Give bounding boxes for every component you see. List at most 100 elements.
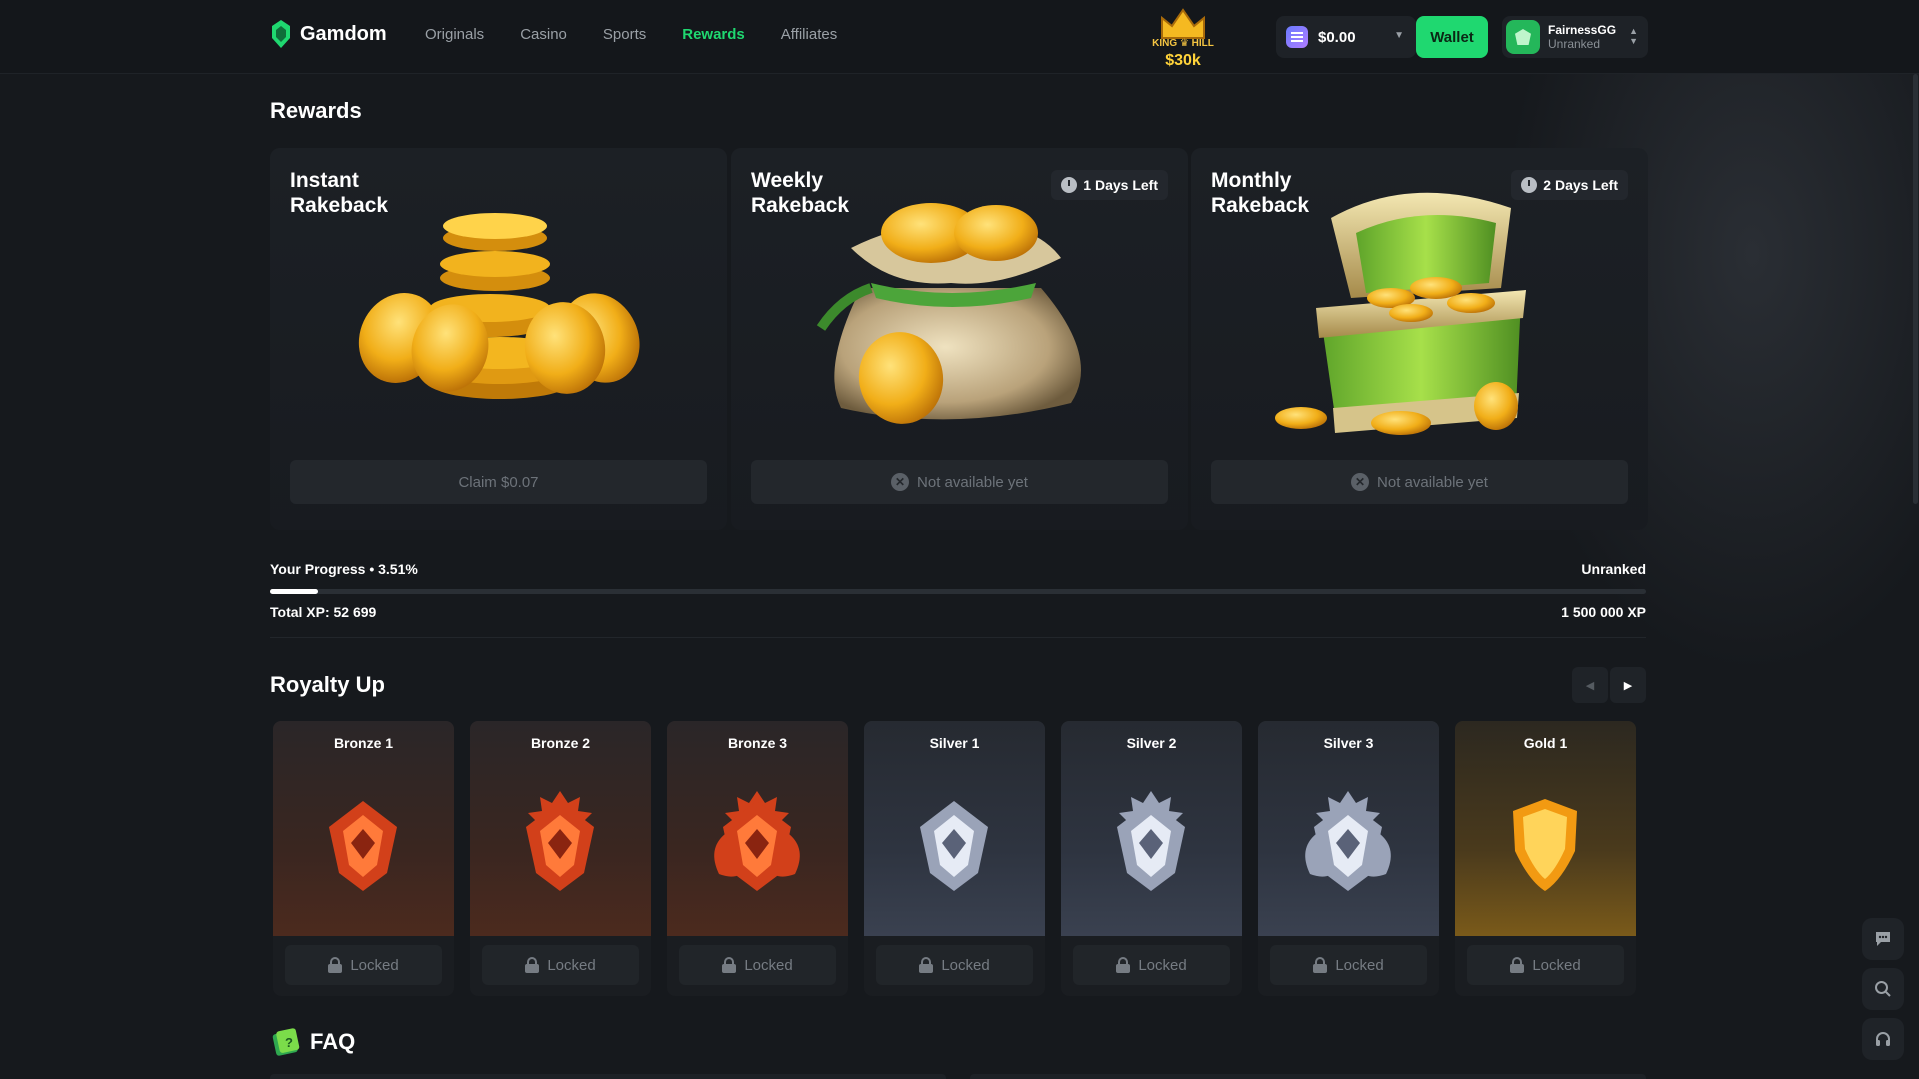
tier-name: Silver 1 <box>929 735 980 751</box>
close-circle-icon: ✕ <box>1351 473 1370 491</box>
user-rank: Unranked <box>1548 37 1601 51</box>
treasure-chest-icon <box>1275 192 1526 435</box>
silver-rank-badge-icon <box>920 801 988 891</box>
nav-casino[interactable]: Casino <box>520 26 567 43</box>
reward-card-weekly: Weekly Rakeback 1 Days Left ✕ Not availa… <box>731 148 1188 530</box>
search-button[interactable] <box>1862 968 1904 1010</box>
tier-card[interactable]: Bronze 2 Locked <box>470 721 651 996</box>
faq-item[interactable] <box>270 1074 946 1079</box>
currency-icon <box>1286 26 1308 48</box>
lock-icon <box>525 957 540 973</box>
reward-card-instant: Instant Rakeback Claim $0.07 <box>270 148 727 530</box>
tier-status: Locked <box>1532 956 1581 974</box>
tier-locked-button[interactable]: Locked <box>1270 945 1427 985</box>
tier-name: Bronze 3 <box>727 735 788 751</box>
crown-icon <box>1161 8 1205 39</box>
tier-card[interactable]: Silver 1 Locked <box>864 721 1045 996</box>
tier-status: Locked <box>350 956 399 974</box>
nav-rewards[interactable]: Rewards <box>682 26 745 43</box>
promo-amount: $30k <box>1165 52 1201 69</box>
chat-icon <box>1876 932 1890 946</box>
main-nav: Originals Casino Sports Rewards Affiliat… <box>425 26 837 43</box>
tier-locked-button[interactable]: Locked <box>1073 945 1230 985</box>
progress-label: Your Progress • 3.51% <box>270 561 418 577</box>
top-bar: Gamdom Originals Casino Sports Rewards A… <box>0 0 1919 74</box>
silver-rank-badge-icon <box>1305 791 1391 891</box>
lock-icon <box>1313 957 1328 973</box>
tier-status: Locked <box>1335 956 1384 974</box>
claim-label: Claim $0.07 <box>458 473 539 491</box>
brand-logo[interactable]: Gamdom <box>270 20 387 48</box>
progress-fill <box>270 589 319 594</box>
tier-name: Silver 3 <box>1323 735 1374 751</box>
faq-book-icon: ? <box>272 1028 300 1056</box>
tier-name: Bronze 2 <box>530 735 591 751</box>
scrollbar[interactable] <box>1913 74 1918 504</box>
weekly-unavailable-button[interactable]: ✕ Not available yet <box>751 460 1168 504</box>
tier-name: Gold 1 <box>1523 735 1568 751</box>
tier-locked-button[interactable]: Locked <box>482 945 639 985</box>
user-menu[interactable]: FairnessGG Unranked ▲ ▼ <box>1502 16 1648 58</box>
lock-icon <box>722 957 737 973</box>
balance-value: $0.00 <box>1318 28 1356 46</box>
button-label: Not available yet <box>917 473 1028 491</box>
tier-card[interactable]: Silver 2 Locked <box>1061 721 1242 996</box>
progress-rank: Unranked <box>1581 561 1646 577</box>
silver-rank-badge-icon <box>1117 791 1185 891</box>
button-label: Not available yet <box>1377 473 1488 491</box>
tier-name: Silver 2 <box>1126 735 1177 751</box>
tier-locked-button[interactable]: Locked <box>679 945 836 985</box>
claim-instant-button[interactable]: Claim $0.07 <box>290 460 707 504</box>
nav-affiliates[interactable]: Affiliates <box>781 26 837 43</box>
bronze-rank-badge-icon <box>329 801 397 891</box>
royalty-title: Royalty Up <box>270 672 385 697</box>
tier-card[interactable]: Bronze 1 Locked <box>273 721 454 996</box>
close-circle-icon: ✕ <box>891 473 910 491</box>
bronze-rank-badge-icon <box>714 791 800 891</box>
wallet-button[interactable]: Wallet <box>1416 16 1488 58</box>
divider <box>270 637 1646 638</box>
tier-card[interactable]: Silver 3 Locked <box>1258 721 1439 996</box>
tier-locked-button[interactable]: Locked <box>876 945 1033 985</box>
coin-stack-icon <box>358 213 640 399</box>
lock-icon <box>328 957 343 973</box>
nav-originals[interactable]: Originals <box>425 26 484 43</box>
tier-status: Locked <box>1138 956 1187 974</box>
tier-name: Bronze 1 <box>333 735 394 751</box>
carousel-prev-button[interactable]: ◀ <box>1572 667 1608 703</box>
nav-sports[interactable]: Sports <box>603 26 646 43</box>
faq-header: ? FAQ <box>270 1026 355 1058</box>
tier-locked-button[interactable]: Locked <box>1467 945 1624 985</box>
bronze-rank-badge-icon <box>526 791 594 891</box>
promo-title: KING ♛ HILL <box>1152 38 1214 49</box>
tier-card[interactable]: Bronze 3 Locked <box>667 721 848 996</box>
support-button[interactable] <box>1862 1018 1904 1060</box>
username: FairnessGG <box>1548 23 1617 37</box>
monthly-unavailable-button[interactable]: ✕ Not available yet <box>1211 460 1628 504</box>
brand-name: Gamdom <box>300 22 387 45</box>
target-xp: 1 500 000 XP <box>1561 604 1646 620</box>
avatar <box>1506 20 1540 54</box>
total-xp: Total XP: 52 699 <box>270 604 377 620</box>
reward-card-monthly: Monthly Rakeback 2 Days Left ✕ Not avail… <box>1191 148 1648 530</box>
chevron-down-icon: ▼ <box>1394 30 1404 41</box>
lock-icon <box>1116 957 1131 973</box>
coin-bag-icon <box>816 203 1081 424</box>
progress-bar <box>270 589 1646 594</box>
tier-status: Locked <box>941 956 990 974</box>
gold-rank-badge-icon <box>1513 799 1577 891</box>
tier-card[interactable]: Gold 1 Locked <box>1455 721 1636 996</box>
page-title: Rewards <box>270 98 362 123</box>
chat-button[interactable] <box>1862 918 1904 960</box>
tier-locked-button[interactable]: Locked <box>285 945 442 985</box>
balance-selector[interactable]: $0.00 ▼ <box>1276 16 1416 58</box>
search-icon <box>1875 981 1891 997</box>
tier-status: Locked <box>744 956 793 974</box>
headset-icon <box>1876 1032 1890 1046</box>
faq-item[interactable] <box>970 1074 1646 1079</box>
lock-icon <box>1510 957 1525 973</box>
carousel-next-button[interactable]: ▶ <box>1610 667 1646 703</box>
lock-icon <box>919 957 934 973</box>
gamdom-logo-icon <box>272 20 290 48</box>
king-of-the-hill-promo[interactable]: KING ♛ HILL $30k <box>1150 8 1216 70</box>
